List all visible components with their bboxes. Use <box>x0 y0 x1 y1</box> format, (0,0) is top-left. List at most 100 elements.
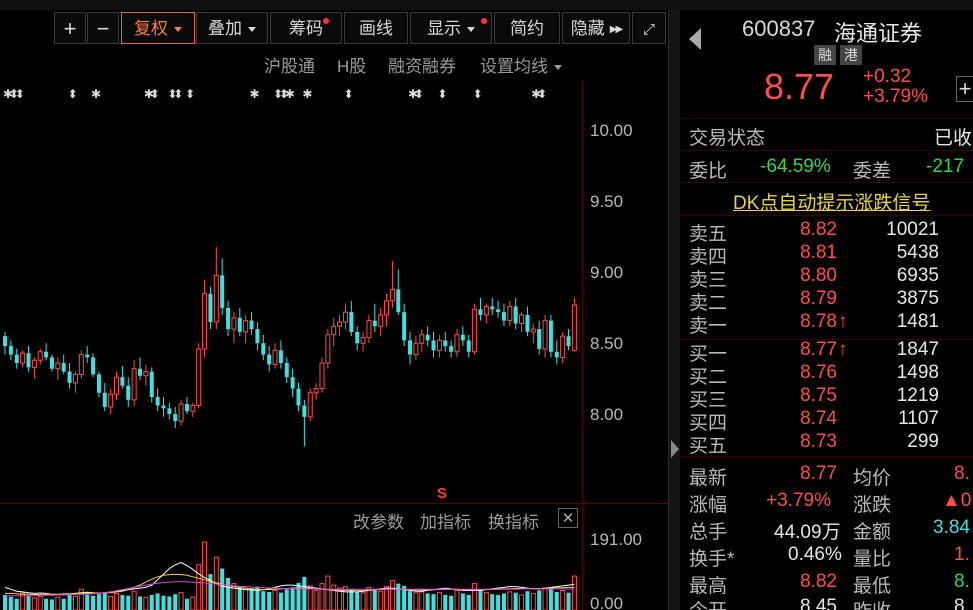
fuquan-dropdown[interactable]: 复权 <box>121 12 195 44</box>
candle[interactable] <box>307 388 313 422</box>
candle[interactable] <box>548 314 553 358</box>
volume-bar[interactable] <box>436 592 442 610</box>
change-params-link[interactable]: 改参数 <box>353 508 404 533</box>
volume-bar[interactable] <box>14 598 19 610</box>
volume-bar[interactable] <box>96 594 101 610</box>
volume-bar[interactable] <box>237 587 242 610</box>
candle[interactable] <box>490 297 495 315</box>
volume-bar[interactable] <box>548 588 553 610</box>
candle[interactable] <box>566 329 571 351</box>
volume-bar[interactable] <box>408 591 413 610</box>
huaxian-button[interactable]: 画线 <box>344 12 408 44</box>
candle[interactable] <box>483 303 489 324</box>
candle[interactable] <box>537 320 542 355</box>
candle[interactable] <box>72 371 78 393</box>
candle[interactable] <box>249 312 254 335</box>
event-marker-icon[interactable]: ⬍ <box>414 87 424 101</box>
volume-bar[interactable] <box>431 594 436 610</box>
volume-bar[interactable] <box>530 592 536 610</box>
candle[interactable] <box>560 331 566 364</box>
volume-bar[interactable] <box>267 591 272 610</box>
candle[interactable] <box>513 297 518 330</box>
volume-bar[interactable] <box>91 595 96 610</box>
volume-bar[interactable] <box>384 586 390 610</box>
volume-bar[interactable] <box>243 588 249 610</box>
volume-bar[interactable] <box>108 595 114 610</box>
candle[interactable] <box>161 397 166 417</box>
candle[interactable] <box>91 353 96 378</box>
close-icon[interactable]: ✕ <box>558 508 578 528</box>
candle[interactable] <box>49 354 54 372</box>
volume-bar[interactable] <box>202 541 208 610</box>
candle[interactable] <box>431 331 436 358</box>
sell-signal-marker[interactable]: S <box>437 485 447 500</box>
volume-bar[interactable] <box>49 599 54 610</box>
volume-bar[interactable] <box>249 588 254 610</box>
candle[interactable] <box>243 314 249 344</box>
candle[interactable] <box>530 323 536 344</box>
candle[interactable] <box>372 303 377 332</box>
candle[interactable] <box>208 286 213 330</box>
candle[interactable] <box>255 322 260 351</box>
candle[interactable] <box>454 329 460 358</box>
volume-bar[interactable] <box>372 589 377 610</box>
candle[interactable] <box>443 331 448 352</box>
candle[interactable] <box>419 329 425 352</box>
volume-bar[interactable] <box>519 594 525 610</box>
volume-bar[interactable] <box>454 589 460 610</box>
candle[interactable] <box>108 388 114 414</box>
volume-bar[interactable] <box>178 592 184 610</box>
event-marker-icon[interactable]: ⬍ <box>343 87 353 101</box>
candle[interactable] <box>190 402 196 417</box>
volume-bar[interactable] <box>513 592 518 610</box>
candle[interactable] <box>44 343 49 361</box>
volume-bar[interactable] <box>389 580 395 610</box>
volume-bar[interactable] <box>114 592 120 610</box>
hgu-link[interactable]: H股 <box>337 52 366 77</box>
event-marker-icon[interactable]: ✱ <box>285 87 295 101</box>
candle[interactable] <box>413 336 419 361</box>
event-markers[interactable]: ✱⬍⬍ ⬍ ✱ ✱⬍ ⬍⬍ ⬍ ✱ ⬍⬍✱ ✱ ⬍ ✱⬍ ⬍ ⬍ ✱⬍ <box>3 87 547 101</box>
candle[interactable] <box>425 326 430 347</box>
volume-bar[interactable] <box>425 593 430 610</box>
candle[interactable] <box>120 365 125 389</box>
volume-bar[interactable] <box>138 596 143 610</box>
volume-bar[interactable] <box>290 587 295 610</box>
candle[interactable] <box>96 371 101 398</box>
candle[interactable] <box>290 368 295 398</box>
volume-bar[interactable] <box>313 589 319 610</box>
volume-bar[interactable] <box>85 594 90 610</box>
candle[interactable] <box>408 331 413 365</box>
volume-bar[interactable] <box>319 583 325 610</box>
candle[interactable] <box>102 382 107 412</box>
volume-bar[interactable] <box>413 592 419 610</box>
volume-bar[interactable] <box>307 585 313 610</box>
volume-bar[interactable] <box>126 595 131 610</box>
volume-bar[interactable] <box>120 594 125 610</box>
volume-bar[interactable] <box>355 591 360 610</box>
event-marker-icon[interactable]: ✱ <box>302 87 312 101</box>
candle[interactable] <box>296 382 301 412</box>
candle[interactable] <box>178 399 184 426</box>
candle[interactable] <box>325 329 331 369</box>
candle[interactable] <box>114 371 120 400</box>
candle[interactable] <box>167 402 172 420</box>
volume-bar[interactable] <box>449 595 454 610</box>
volume-bar[interactable] <box>67 594 72 610</box>
chouma-button[interactable]: 筹码 <box>270 12 342 44</box>
volume-bar[interactable] <box>478 589 483 610</box>
candle[interactable] <box>261 334 266 361</box>
volume-bar[interactable] <box>466 594 471 610</box>
volume-chart[interactable] <box>0 532 582 610</box>
volume-bar[interactable] <box>31 597 37 610</box>
candle[interactable] <box>366 314 372 344</box>
volume-bar[interactable] <box>554 591 559 610</box>
volume-bar[interactable] <box>443 594 448 610</box>
candle[interactable] <box>184 397 189 414</box>
candle[interactable] <box>302 399 307 447</box>
volume-bar[interactable] <box>501 593 506 610</box>
volume-bar[interactable] <box>490 594 495 610</box>
volume-bar[interactable] <box>496 594 501 610</box>
candle[interactable] <box>501 303 506 327</box>
candle[interactable] <box>507 300 513 327</box>
